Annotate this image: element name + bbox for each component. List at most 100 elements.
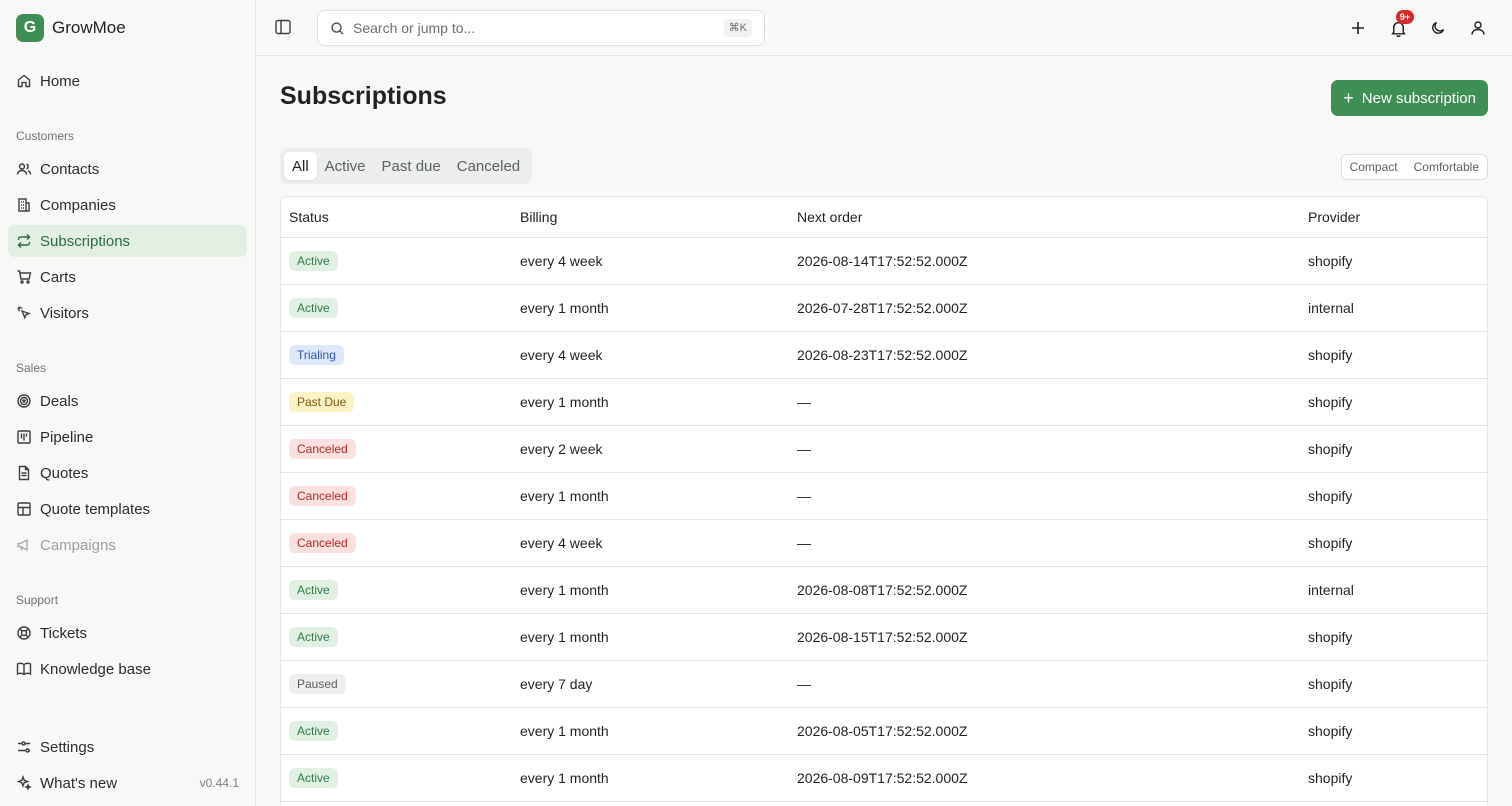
status-badge: Canceled <box>289 532 356 553</box>
table-row[interactable]: Canceled every 1 month — shopify <box>281 472 1487 520</box>
sidebar-item-subscriptions[interactable]: Subscriptions <box>8 225 247 257</box>
sidebar-item-label: Quotes <box>40 464 89 482</box>
cell-status: Paused <box>281 660 512 708</box>
cell-provider: shopify <box>1300 660 1487 708</box>
sidebar-item-campaigns[interactable]: Campaigns <box>8 529 247 561</box>
column-header-provider[interactable]: Provider <box>1300 197 1487 238</box>
sidebar-item-label: Deals <box>40 392 79 410</box>
cell-status: Past Due <box>281 378 512 426</box>
column-header-billing[interactable]: Billing <box>512 197 789 238</box>
sidebar-item-label: Settings <box>40 738 95 756</box>
cell-status: Active <box>281 284 512 332</box>
sidebar-item-label: Tickets <box>40 624 87 642</box>
sliders-icon <box>16 739 32 755</box>
sidebar-item-whats-new[interactable]: What's new v0.44.1 <box>8 767 247 799</box>
status-badge: Active <box>289 626 338 647</box>
tab-active[interactable]: Active <box>317 152 374 180</box>
table-header-row: Status Billing Next order Provider <box>281 197 1487 238</box>
tab-canceled[interactable]: Canceled <box>449 152 528 180</box>
density-toggle: Compact Comfortable <box>1340 154 1488 180</box>
button-label: New subscription <box>1361 89 1476 107</box>
status-badge: Active <box>289 250 338 271</box>
sidebar-item-pipeline[interactable]: Pipeline <box>8 421 247 453</box>
add-button[interactable] <box>1348 18 1368 38</box>
table-row[interactable]: Active every 1 month 2026-08-05T17:52:52.0… <box>281 707 1487 755</box>
sidebar-item-knowledge-base[interactable]: Knowledge base <box>8 653 247 685</box>
cell-provider: shopify <box>1300 754 1487 802</box>
plus-icon <box>1352 22 1364 34</box>
column-header-next-order[interactable]: Next order <box>789 197 1300 238</box>
table-row[interactable]: Canceled every 2 week — shopify <box>281 425 1487 473</box>
sidebar-item-quote-templates[interactable]: Quote templates <box>8 493 247 525</box>
sidebar-item-contacts[interactable]: Contacts <box>8 153 247 185</box>
cell-next-order: 2026-08-14T17:52:52.000Z <box>789 237 1300 285</box>
cell-billing: every 1 month <box>512 754 789 802</box>
topbar: ⌘K 9+ <box>256 0 1512 56</box>
cell-billing: every 1 month <box>512 566 789 614</box>
new-subscription-button[interactable]: + New subscription <box>1331 80 1488 116</box>
table-row[interactable]: Active every 1 month 2026-08-08T17:52:52.0… <box>281 566 1487 614</box>
user-menu-button[interactable] <box>1468 18 1488 38</box>
section-label-customers: Customers <box>16 129 75 143</box>
table-row[interactable]: Active every 1 month 2026-07-28T17:52:52.0… <box>281 284 1487 332</box>
user-icon <box>1471 21 1485 35</box>
sidebar-item-quotes[interactable]: Quotes <box>8 457 247 489</box>
sidebar-toggle-button[interactable] <box>274 18 294 38</box>
sidebar-item-label: Quote templates <box>40 500 151 518</box>
brand-logo: G <box>16 14 44 42</box>
search-input[interactable] <box>353 20 693 36</box>
sidebar-item-label: Companies <box>40 196 116 214</box>
cell-status: Trialing <box>281 331 512 379</box>
cell-provider: internal <box>1300 284 1487 332</box>
cell-billing: every 7 day <box>512 660 789 708</box>
table-row[interactable]: Trialing every 4 week 2026-08-23T17:52:52.… <box>281 331 1487 379</box>
sidebar-item-carts[interactable]: Carts <box>8 261 247 293</box>
table-row[interactable]: Paused every 7 day — shopify <box>281 660 1487 708</box>
sidebar-item-tickets[interactable]: Tickets <box>8 617 247 649</box>
section-label-sales: Sales <box>16 361 47 375</box>
table-row[interactable]: Active every 4 week 2026-08-14T17:52:52.00… <box>281 237 1487 285</box>
pointer-icon <box>16 305 32 321</box>
density-comfortable[interactable]: Comfortable <box>1406 155 1487 179</box>
sidebar-item-label: Home <box>40 72 81 90</box>
tab-all[interactable]: All <box>284 152 317 180</box>
status-badge: Active <box>289 579 338 600</box>
lifebuoy-icon <box>16 625 32 641</box>
table-row[interactable]: Canceled every 4 week — shopify <box>281 519 1487 567</box>
cell-next-order: — <box>789 425 1300 473</box>
cell-next-order: — <box>789 519 1300 567</box>
page-title: Subscriptions <box>280 82 447 110</box>
sidebar-item-label: Carts <box>40 268 76 286</box>
cell-status: Active <box>281 707 512 755</box>
cell-billing: every 1 month <box>512 284 789 332</box>
column-header-status[interactable]: Status <box>281 197 512 238</box>
sidebar-item-visitors[interactable]: Visitors <box>8 297 247 329</box>
cell-billing: every 4 week <box>512 237 789 285</box>
sidebar-item-home[interactable]: Home <box>8 65 247 97</box>
cell-status: Canceled <box>281 519 512 567</box>
sidebar-item-settings[interactable]: Settings <box>8 731 247 763</box>
cell-next-order: 2026-08-09T17:52:52.000Z <box>789 754 1300 802</box>
file-text-icon <box>16 465 32 481</box>
table-row[interactable]: Active every 1 month 2026-08-15T17:52:52.0… <box>281 613 1487 661</box>
theme-toggle-button[interactable] <box>1428 18 1448 38</box>
brand-name: GrowMoe <box>52 18 126 37</box>
cell-provider: shopify <box>1300 519 1487 567</box>
target-icon <box>16 393 32 409</box>
density-compact[interactable]: Compact <box>1342 155 1406 179</box>
sidebar-item-companies[interactable]: Companies <box>8 189 247 221</box>
cell-billing: every 1 month <box>512 613 789 661</box>
cell-next-order: — <box>789 660 1300 708</box>
sidebar-item-label: Knowledge base <box>40 660 151 678</box>
notifications-button[interactable]: 9+ <box>1388 10 1414 38</box>
table-row[interactable]: Active every 1 month 2026-08-09T17:52:52.0… <box>281 754 1487 802</box>
brand[interactable]: G GrowMoe <box>0 0 255 56</box>
search-box[interactable]: ⌘K <box>317 10 765 46</box>
tab-past-due[interactable]: Past due <box>374 152 449 180</box>
sidebar-item-label: Pipeline <box>40 428 94 446</box>
table-row[interactable]: Past Due every 1 month — shopify <box>281 378 1487 426</box>
panel-left-icon <box>275 19 291 35</box>
sidebar-item-deals[interactable]: Deals <box>8 385 247 417</box>
cell-next-order: 2026-08-15T17:52:52.000Z <box>789 613 1300 661</box>
status-tabs: All Active Past due Canceled <box>280 148 533 184</box>
